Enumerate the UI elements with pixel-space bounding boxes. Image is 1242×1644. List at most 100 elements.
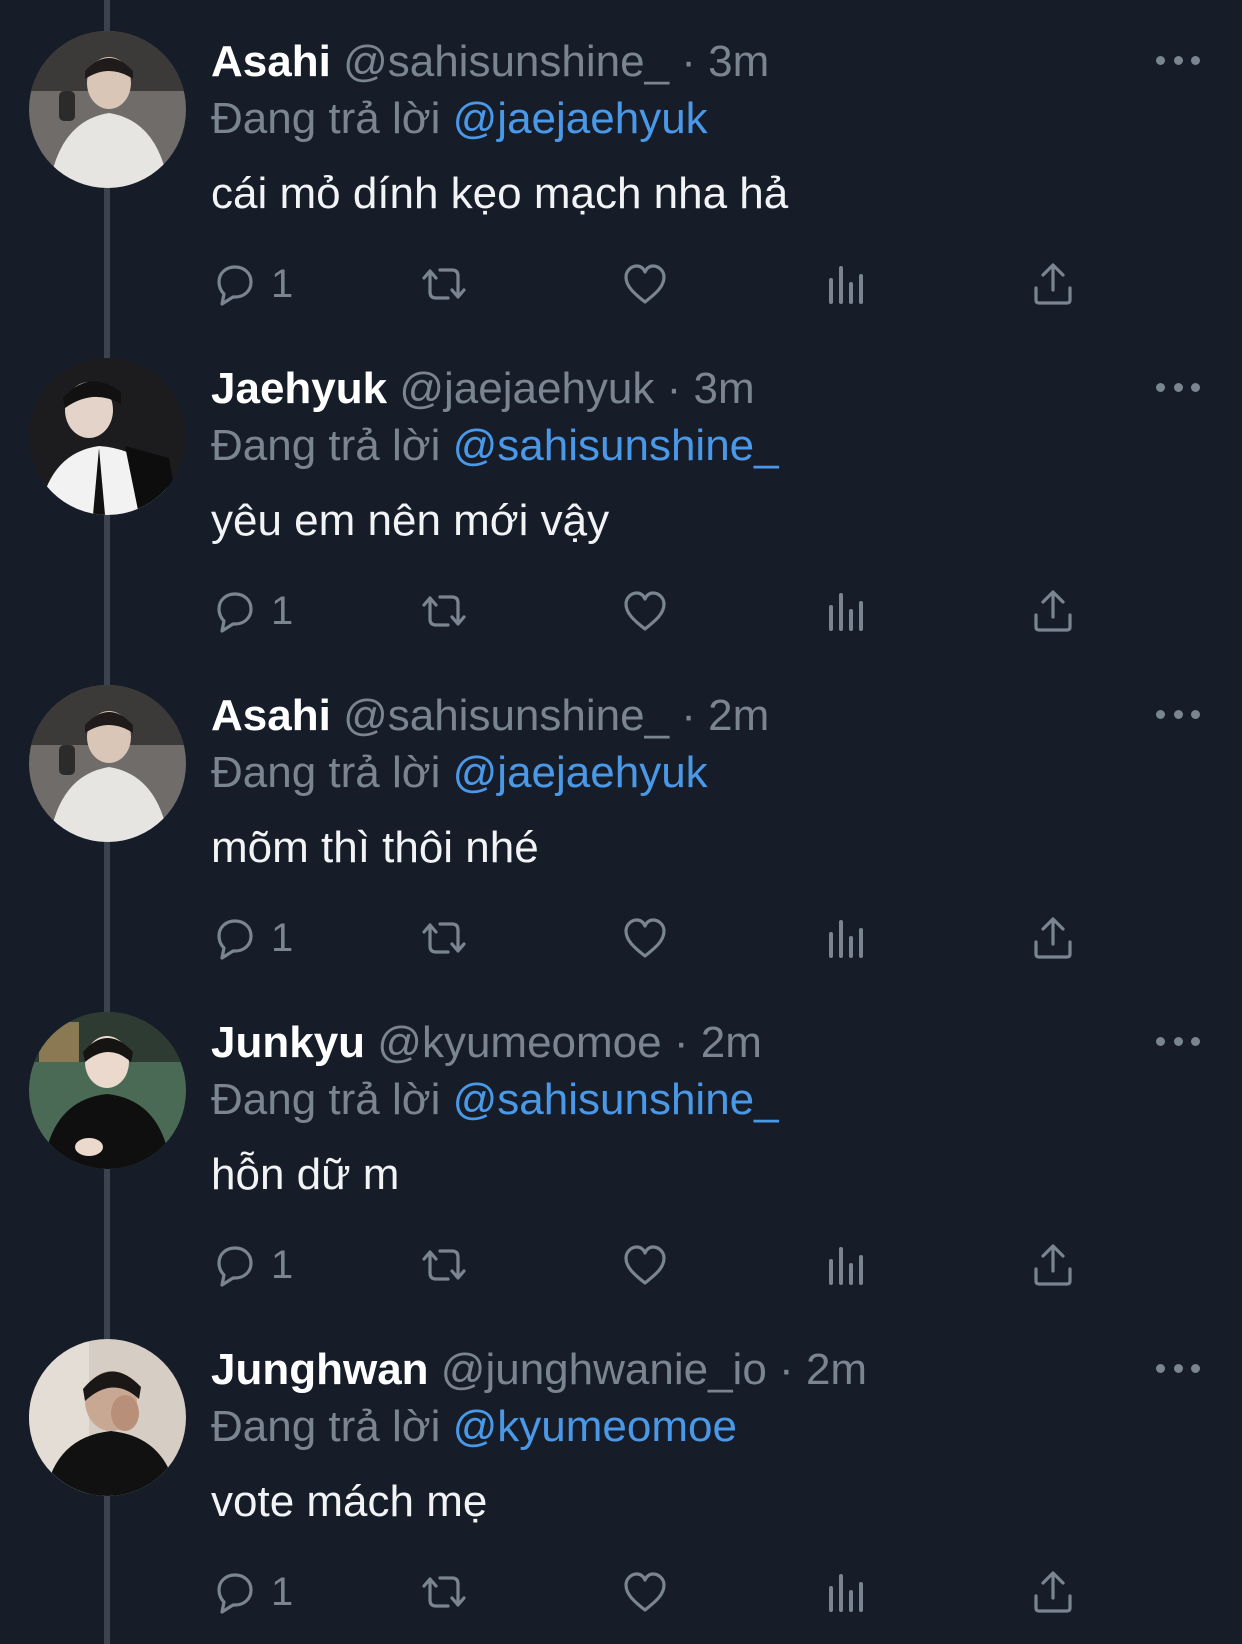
- mention-link[interactable]: @jaejaehyuk: [453, 94, 708, 143]
- retweet-button[interactable]: [416, 1239, 472, 1291]
- reply-count: 1: [271, 589, 294, 633]
- retweet-button[interactable]: [416, 585, 472, 637]
- replying-to: Đang trả lời @jaejaehyuk: [211, 745, 708, 801]
- retweet-button[interactable]: [416, 912, 472, 964]
- separator-dot: ·: [681, 37, 696, 86]
- timestamp[interactable]: 2m: [708, 691, 769, 740]
- timestamp[interactable]: 3m: [708, 37, 769, 86]
- analytics-icon: [829, 266, 863, 304]
- timestamp[interactable]: 2m: [806, 1345, 867, 1394]
- separator-dot: ·: [666, 364, 682, 413]
- tweet[interactable]: Jaehyuk @jaejaehyuk · 3m Đang trả lời @s…: [0, 327, 1242, 654]
- timestamp[interactable]: 2m: [701, 1018, 762, 1067]
- share-icon: [1034, 1244, 1072, 1286]
- reply-icon: [217, 919, 253, 960]
- like-button[interactable]: [621, 912, 669, 964]
- views-button[interactable]: [827, 1566, 867, 1618]
- replying-to-label: Đang trả lời: [211, 94, 441, 143]
- analytics-icon: [829, 1247, 863, 1285]
- retweet-button[interactable]: [416, 258, 472, 310]
- like-button[interactable]: [621, 1566, 669, 1618]
- tweet[interactable]: Asahi @sahisunshine_ · 3m Đang trả lời @…: [0, 0, 1242, 327]
- avatar[interactable]: [29, 1012, 186, 1169]
- display-name[interactable]: Asahi: [211, 691, 331, 740]
- reply-button[interactable]: 1: [211, 585, 293, 637]
- reply-count: 1: [271, 1243, 294, 1287]
- reply-button[interactable]: 1: [211, 912, 293, 964]
- reply-icon: [217, 1573, 253, 1614]
- tweet-text: hỗn dữ m: [211, 1150, 400, 1199]
- tweet-header: Junkyu @kyumeomoe · 2m: [211, 1015, 762, 1071]
- more-options-icon[interactable]: [1156, 1033, 1200, 1049]
- separator-dot: ·: [673, 1018, 689, 1067]
- retweet-icon: [422, 1249, 466, 1281]
- views-button[interactable]: [827, 912, 867, 964]
- mention-link[interactable]: @sahisunshine_: [453, 421, 779, 470]
- timestamp[interactable]: 3m: [694, 364, 755, 413]
- heart-icon: [624, 918, 666, 958]
- heart-icon: [624, 264, 666, 304]
- display-name[interactable]: Junkyu: [211, 1018, 365, 1067]
- replying-to: Đang trả lời @sahisunshine_: [211, 1072, 779, 1128]
- share-icon: [1034, 263, 1072, 305]
- replying-to-label: Đang trả lời: [211, 748, 441, 797]
- reply-icon: [217, 592, 253, 633]
- views-button[interactable]: [827, 258, 867, 310]
- display-name[interactable]: Asahi: [211, 37, 331, 86]
- like-button[interactable]: [621, 585, 669, 637]
- tweet-text: cái mỏ dính kẹo mạch nha hả: [211, 169, 789, 218]
- avatar[interactable]: [29, 358, 186, 515]
- replying-to: Đang trả lời @sahisunshine_: [211, 418, 779, 474]
- mention-link[interactable]: @sahisunshine_: [453, 1075, 779, 1124]
- user-handle[interactable]: @jaejaehyuk: [399, 364, 654, 413]
- heart-icon: [624, 1245, 666, 1285]
- share-icon: [1034, 917, 1072, 959]
- tweet-text: yêu em nên mới vậy: [211, 496, 610, 545]
- heart-icon: [624, 1572, 666, 1612]
- mention-link[interactable]: @jaejaehyuk: [453, 748, 708, 797]
- mention-link[interactable]: @kyumeomoe: [453, 1402, 737, 1451]
- avatar[interactable]: [29, 31, 186, 188]
- share-button[interactable]: [1031, 1566, 1075, 1618]
- user-handle[interactable]: @sahisunshine_: [343, 691, 669, 740]
- avatar[interactable]: [29, 685, 186, 842]
- separator-dot: ·: [779, 1345, 794, 1394]
- more-options-icon[interactable]: [1156, 379, 1200, 395]
- share-button[interactable]: [1031, 585, 1075, 637]
- analytics-icon: [829, 1574, 863, 1612]
- separator-dot: ·: [681, 691, 696, 740]
- share-button[interactable]: [1031, 258, 1075, 310]
- reply-count: 1: [271, 1570, 294, 1614]
- reply-button[interactable]: 1: [211, 1566, 293, 1618]
- tweet-header: Jaehyuk @jaejaehyuk · 3m: [211, 361, 755, 417]
- like-button[interactable]: [621, 1239, 669, 1291]
- reply-icon: [217, 265, 253, 306]
- action-bar: 1: [211, 585, 1111, 637]
- more-options-icon[interactable]: [1156, 52, 1200, 68]
- user-handle[interactable]: @junghwanie_io: [441, 1345, 767, 1394]
- reply-button[interactable]: 1: [211, 258, 293, 310]
- more-options-icon[interactable]: [1156, 706, 1200, 722]
- views-button[interactable]: [827, 585, 867, 637]
- reply-button[interactable]: 1: [211, 1239, 293, 1291]
- tweet-header: Asahi @sahisunshine_ · 2m: [211, 688, 769, 744]
- avatar[interactable]: [29, 1339, 186, 1496]
- share-icon: [1034, 590, 1072, 632]
- display-name[interactable]: Junghwan: [211, 1345, 429, 1394]
- display-name[interactable]: Jaehyuk: [211, 364, 387, 413]
- more-options-icon[interactable]: [1156, 1360, 1200, 1376]
- user-handle[interactable]: @sahisunshine_: [343, 37, 669, 86]
- tweet-header: Asahi @sahisunshine_ · 3m: [211, 34, 769, 90]
- tweet[interactable]: Asahi @sahisunshine_ · 2m Đang trả lời @…: [0, 654, 1242, 981]
- retweet-button[interactable]: [416, 1566, 472, 1618]
- views-button[interactable]: [827, 1239, 867, 1291]
- tweet[interactable]: Junkyu @kyumeomoe · 2m Đang trả lời @sah…: [0, 981, 1242, 1308]
- user-handle[interactable]: @kyumeomoe: [377, 1018, 661, 1067]
- share-button[interactable]: [1031, 912, 1075, 964]
- reply-count: 1: [271, 916, 294, 960]
- share-icon: [1034, 1571, 1072, 1613]
- tweet[interactable]: Junghwan @junghwanie_io · 2m Đang trả lờ…: [0, 1308, 1242, 1635]
- analytics-icon: [829, 593, 863, 631]
- like-button[interactable]: [621, 258, 669, 310]
- share-button[interactable]: [1031, 1239, 1075, 1291]
